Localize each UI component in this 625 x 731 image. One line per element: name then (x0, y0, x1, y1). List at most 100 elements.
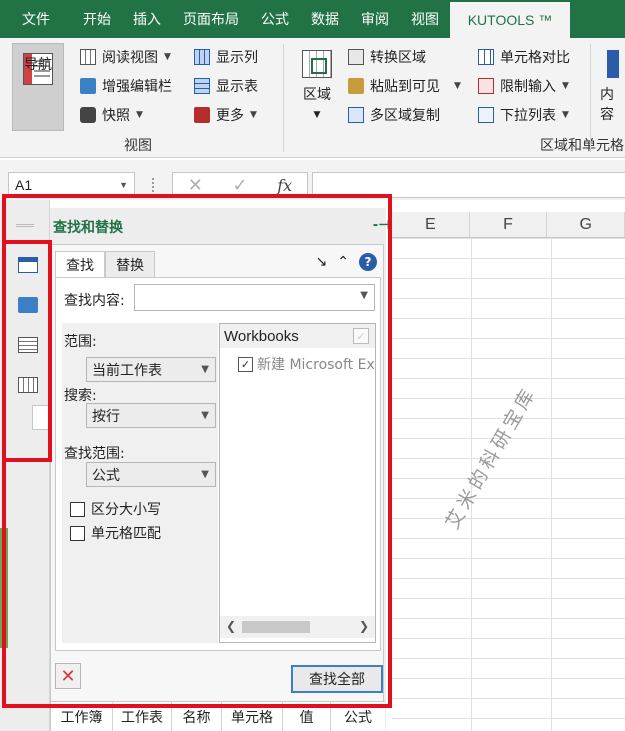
drag-handle-icon[interactable] (16, 224, 34, 227)
green-marker (0, 528, 8, 648)
prevent-typing-button[interactable]: 限制输入 ▼ (478, 75, 569, 97)
edit-bar-icon (80, 78, 96, 94)
tab-page-layout[interactable]: 页面布局 (172, 0, 250, 38)
navigation-label: 导航 (24, 57, 52, 73)
chevron-down-icon[interactable]: ▼ (136, 110, 143, 120)
collapse-up-icon[interactable]: ⌃ (337, 254, 349, 270)
match-cell-checkbox[interactable]: 单元格匹配 (70, 523, 161, 543)
insert-function-icon[interactable]: fx (277, 176, 292, 195)
chevron-down-icon[interactable]: ▼ (250, 110, 257, 120)
result-col-cell[interactable]: 单元格 (222, 702, 283, 731)
enter-icon[interactable]: ✓ (233, 175, 248, 196)
autotext-icon (18, 297, 38, 313)
show-columns-button[interactable]: 显示列 (194, 46, 258, 68)
look-in-select[interactable]: 公式 ▼ (86, 462, 216, 487)
result-col-formula[interactable]: 公式 (331, 702, 385, 731)
formula-bar-grip[interactable] (152, 178, 154, 192)
check-all-icon[interactable]: ✓ (353, 328, 369, 344)
navigation-button[interactable]: 导航 (12, 43, 64, 131)
checkbox-box[interactable] (70, 525, 85, 541)
name-manager-nav-button[interactable] (8, 325, 48, 365)
range-group-label: 区域和单元格 (540, 138, 624, 154)
workbook-tree[interactable]: Workbooks ✓ ✓ 新建 Microsoft Excel ❮ ❯ (219, 323, 376, 643)
chevron-down-icon[interactable]: ▼ (360, 290, 368, 301)
navigation-tool-strip (8, 245, 162, 450)
check-icon[interactable]: ✓ (238, 356, 253, 372)
formula-input[interactable] (312, 172, 625, 198)
autotext-nav-button[interactable] (8, 285, 48, 325)
search-order-select[interactable]: 按行 ▼ (86, 403, 216, 428)
cancel-icon[interactable]: ✕ (188, 175, 203, 196)
tab-view[interactable]: 视图 (400, 0, 450, 38)
help-icon[interactable]: ? (359, 253, 377, 271)
snapshot-button[interactable]: 快照 ▼ (80, 104, 143, 126)
content-button[interactable]: 内容 (600, 50, 625, 124)
workbook-sheet-nav-button[interactable] (8, 245, 48, 285)
compare-cells-label: 单元格对比 (500, 50, 570, 66)
column-header-e[interactable]: E (392, 212, 470, 237)
workbook-icon (18, 257, 38, 273)
tab-formulas[interactable]: 公式 (250, 0, 300, 38)
tree-header: Workbooks ✓ (220, 324, 375, 348)
result-col-name[interactable]: 名称 (172, 702, 222, 731)
convert-range-button[interactable]: 转换区域 (348, 46, 426, 68)
tab-kutools[interactable]: KUTOOLS ™ (450, 2, 570, 38)
find-replace-pane: 查找和替换 -⊣ 查找 替换 ↘ ⌃ ? 查找内容: ▼ 范围: 当前工作表 ▼ (16, 208, 390, 731)
chevron-down-icon[interactable]: ▼ (454, 81, 461, 91)
tab-find[interactable]: 查找 (55, 251, 105, 278)
region-button[interactable]: 区域 ▼ (296, 50, 338, 120)
tab-insert[interactable]: 插入 (122, 0, 172, 38)
paste-icon (348, 78, 364, 94)
reading-view-button[interactable]: 阅读视图 ▼ (80, 46, 171, 68)
look-in-label: 查找范围: (64, 446, 125, 462)
compare-cells-button[interactable]: 单元格对比 (478, 46, 570, 68)
name-box[interactable]: A1 ▼ (8, 172, 135, 198)
tab-replace[interactable]: 替换 (105, 251, 155, 277)
more-button[interactable]: 更多 ▼ (194, 104, 257, 126)
result-col-workbook[interactable]: 工作簿 (51, 702, 113, 731)
convert-icon (348, 49, 364, 65)
tab-home[interactable]: 开始 (72, 0, 122, 38)
horizontal-scrollbar[interactable]: ❮ ❯ (220, 616, 375, 638)
clear-results-button[interactable]: ✕ (55, 663, 81, 689)
find-all-button[interactable]: 查找全部 (291, 665, 383, 693)
chevron-down-icon[interactable]: ▼ (562, 110, 569, 120)
match-case-label: 区分大小写 (91, 502, 161, 518)
scroll-left-icon[interactable]: ❮ (226, 619, 236, 633)
paste-to-visible-button[interactable]: 粘贴到可见 ▼ (348, 75, 461, 97)
find-what-field[interactable]: ▼ (134, 284, 375, 311)
tab-file[interactable]: 文件 (0, 0, 72, 38)
column-header-f[interactable]: F (470, 212, 548, 237)
tab-data[interactable]: 数据 (300, 0, 350, 38)
show-sheets-button[interactable]: 显示表 (194, 75, 258, 97)
dropdown-list-button[interactable]: 下拉列表 ▼ (478, 104, 569, 126)
tree-header-label: Workbooks (224, 327, 299, 345)
multi-range-copy-button[interactable]: 多区域复制 (348, 104, 440, 126)
more-icon (194, 107, 210, 123)
chevron-down-icon: ▼ (201, 364, 209, 375)
scope-select[interactable]: 当前工作表 ▼ (86, 357, 216, 382)
result-col-value[interactable]: 值 (283, 702, 331, 731)
tree-item-workbook[interactable]: ✓ 新建 Microsoft Excel (236, 354, 374, 374)
result-col-sheet[interactable]: 工作表 (113, 702, 172, 731)
find-what-input[interactable] (135, 285, 345, 310)
enhanced-edit-bar-button[interactable]: 增强编辑栏 (80, 75, 172, 97)
chevron-down-icon[interactable]: ▼ (562, 81, 569, 91)
chevron-down-icon[interactable]: ▼ (314, 110, 321, 120)
chevron-down-icon[interactable]: ▼ (119, 180, 128, 190)
find-tab-body: 查找内容: ▼ 范围: 当前工作表 ▼ 搜索: 按行 ▼ 查找范围: 公式 ▼ … (55, 277, 381, 651)
expand-arrow-icon[interactable]: ↘ (316, 254, 328, 270)
column-header-g[interactable]: G (547, 212, 625, 237)
pin-icon[interactable]: -⊣ (373, 218, 390, 233)
more-label: 更多 (216, 108, 244, 124)
scroll-right-icon[interactable]: ❯ (359, 619, 369, 633)
match-case-checkbox[interactable]: 区分大小写 (70, 499, 161, 519)
checkbox-box[interactable] (70, 501, 85, 517)
tab-review[interactable]: 审阅 (350, 0, 400, 38)
worksheet-grid[interactable] (392, 212, 625, 731)
chevron-down-icon[interactable]: ▼ (164, 52, 171, 62)
column-list-nav-button[interactable] (8, 365, 48, 405)
scroll-thumb[interactable] (242, 621, 310, 633)
content-label: 内容 (600, 87, 614, 123)
paste-to-visible-label: 粘贴到可见 (370, 79, 440, 95)
